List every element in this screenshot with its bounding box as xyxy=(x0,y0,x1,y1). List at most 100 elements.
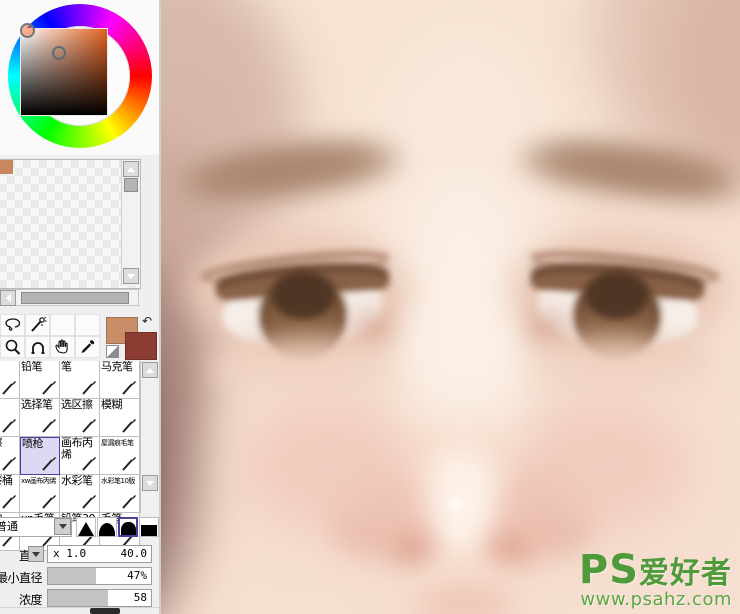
density-fill xyxy=(48,590,108,606)
scroll-thumb-vertical[interactable] xyxy=(124,178,138,192)
saturation-value-marker[interactable] xyxy=(52,46,66,60)
brush-shape-triangle[interactable] xyxy=(76,517,96,537)
brush-item-label: 马克笔 xyxy=(101,361,133,373)
scratch-vertical-scrollbar[interactable] xyxy=(121,160,140,286)
scratch-pad-panel[interactable] xyxy=(0,155,160,310)
zoom-tool-button[interactable] xyxy=(0,336,25,358)
diameter-slider[interactable]: x 1.0 40.0 xyxy=(47,545,152,563)
brush-item-label: 选择笔 xyxy=(21,399,53,411)
brush-item[interactable]: 笔 xyxy=(60,361,100,399)
min-diameter-fill xyxy=(48,568,97,584)
brush-item-label: 笔 xyxy=(61,361,72,373)
chevron-up-icon xyxy=(146,367,154,373)
brush-shape-flat[interactable] xyxy=(139,517,159,537)
brush-scroll-down-button[interactable] xyxy=(142,475,158,491)
brush-item[interactable]: 笔擦 xyxy=(0,437,20,475)
saturation-value-square[interactable] xyxy=(20,28,108,116)
brush-item[interactable]: 喷枪 xyxy=(20,437,60,475)
brush-item-label: 笔擦 xyxy=(0,437,3,449)
hand-tool-button[interactable] xyxy=(50,336,75,358)
hue-marker[interactable] xyxy=(20,23,35,38)
chevron-down-icon xyxy=(58,524,67,529)
brush-item[interactable]: 擦 xyxy=(0,399,20,437)
eyedropper-icon xyxy=(81,340,94,353)
scratch-pad-color-tab[interactable] xyxy=(0,160,13,174)
brush-nib-icon xyxy=(82,419,96,433)
brush-item-label: 水彩笔 xyxy=(61,475,93,487)
hand-icon xyxy=(54,339,68,354)
brush-item[interactable]: 模糊 xyxy=(100,399,140,437)
bell-shape-icon xyxy=(99,523,115,536)
brush-item[interactable]: 笔 xyxy=(0,361,20,399)
brush-nib-icon xyxy=(122,381,136,395)
bottom-partial-control[interactable] xyxy=(90,608,120,614)
brush-nib-icon xyxy=(42,495,56,509)
scratch-pad-canvas[interactable] xyxy=(0,160,140,288)
color-picker-panel[interactable] xyxy=(0,0,160,155)
density-value: 58 xyxy=(133,591,147,604)
density-slider[interactable]: 58 xyxy=(47,589,152,607)
scroll-thumb-horizontal[interactable] xyxy=(21,292,129,304)
background-color-swatch[interactable] xyxy=(125,332,157,360)
brush-item-label: 铅笔 xyxy=(21,361,43,373)
scratch-pad[interactable] xyxy=(0,159,141,289)
brush-item[interactable]: 水彩笔 xyxy=(60,475,100,513)
eyedropper-tool-button[interactable] xyxy=(75,336,100,358)
brush-item[interactable]: 马克笔 xyxy=(100,361,140,399)
brush-list-scrollbar[interactable] xyxy=(140,361,160,513)
diameter-multiplier: x 1.0 xyxy=(53,547,87,560)
blend-mode-dropdown-arrow[interactable] xyxy=(54,518,71,535)
brush-item-label: 模糊 xyxy=(101,399,123,411)
brush-nib-icon xyxy=(42,381,56,395)
brush-item[interactable]: 选区擦 xyxy=(60,399,100,437)
magic-wand-tool-button[interactable] xyxy=(25,314,50,336)
brush-list-panel[interactable]: 笔铅笔笔马克笔擦选择笔选区擦模糊笔擦喷枪画布丙烯屋漏痕毛笔油漆桶xw画布丙烯水彩… xyxy=(0,361,160,551)
scratch-horizontal-scrollbar[interactable] xyxy=(0,289,139,306)
brush-nib-icon xyxy=(2,381,16,395)
chevron-left-icon xyxy=(5,294,11,302)
watermark: PS爱好者 www.psahz.com xyxy=(578,547,732,610)
swap-colors-icon[interactable]: ↶ xyxy=(142,315,156,327)
watermark-brand-cn: 爱好者 xyxy=(639,556,732,591)
chevron-down-icon xyxy=(146,480,154,486)
brush-item[interactable]: 画布丙烯 xyxy=(60,437,100,475)
brush-shape-row: 普通 xyxy=(0,515,160,541)
brush-nib-icon xyxy=(82,457,96,471)
lasso-tool-button[interactable] xyxy=(0,314,25,336)
brush-item[interactable]: 屋漏痕毛笔 xyxy=(100,437,140,475)
artwork-canvas[interactable]: PS爱好者 www.psahz.com xyxy=(160,0,740,614)
brush-item-label: 选区擦 xyxy=(61,399,93,411)
scroll-down-button[interactable] xyxy=(123,268,139,284)
chevron-down-icon xyxy=(127,273,135,279)
triangle-shape-icon xyxy=(78,522,94,536)
brush-shape-round[interactable] xyxy=(118,517,138,537)
brush-item[interactable]: 选择笔 xyxy=(20,399,60,437)
magnifier-icon xyxy=(5,339,20,355)
min-diameter-slider[interactable]: 47% xyxy=(47,567,152,585)
brush-nib-icon xyxy=(82,381,96,395)
panel-divider xyxy=(159,0,161,614)
brush-item-label: 水彩笔10版 xyxy=(101,477,135,485)
default-colors-icon[interactable] xyxy=(106,345,119,358)
brush-shape-bell[interactable] xyxy=(97,517,117,537)
brush-item-label: xw画布丙烯 xyxy=(21,477,56,485)
brush-item[interactable]: 油漆桶 xyxy=(0,475,20,513)
brush-item[interactable]: 水彩笔10版 xyxy=(100,475,140,513)
rotate-icon xyxy=(31,342,44,354)
brush-nib-icon xyxy=(42,457,56,471)
scroll-left-button[interactable] xyxy=(0,290,16,306)
empty-tool-slot-2[interactable] xyxy=(75,314,100,336)
scroll-up-button[interactable] xyxy=(123,161,139,177)
brush-nib-icon xyxy=(122,419,136,433)
rotate-tool-button[interactable] xyxy=(25,336,50,358)
watermark-brand: PS爱好者 xyxy=(578,547,732,593)
brush-nib-icon xyxy=(2,457,16,471)
brush-grid: 笔铅笔笔马克笔擦选择笔选区擦模糊笔擦喷枪画布丙烯屋漏痕毛笔油漆桶xw画布丙烯水彩… xyxy=(0,361,140,551)
brush-scroll-up-button[interactable] xyxy=(142,362,158,378)
empty-tool-slot-1[interactable] xyxy=(50,314,75,336)
diameter-toggle-button[interactable] xyxy=(28,546,44,562)
lasso-icon xyxy=(4,318,20,331)
brush-item[interactable]: 铅笔 xyxy=(20,361,60,399)
brush-item[interactable]: xw画布丙烯 xyxy=(20,475,60,513)
brush-row: 擦选择笔选区擦模糊 xyxy=(0,399,140,437)
